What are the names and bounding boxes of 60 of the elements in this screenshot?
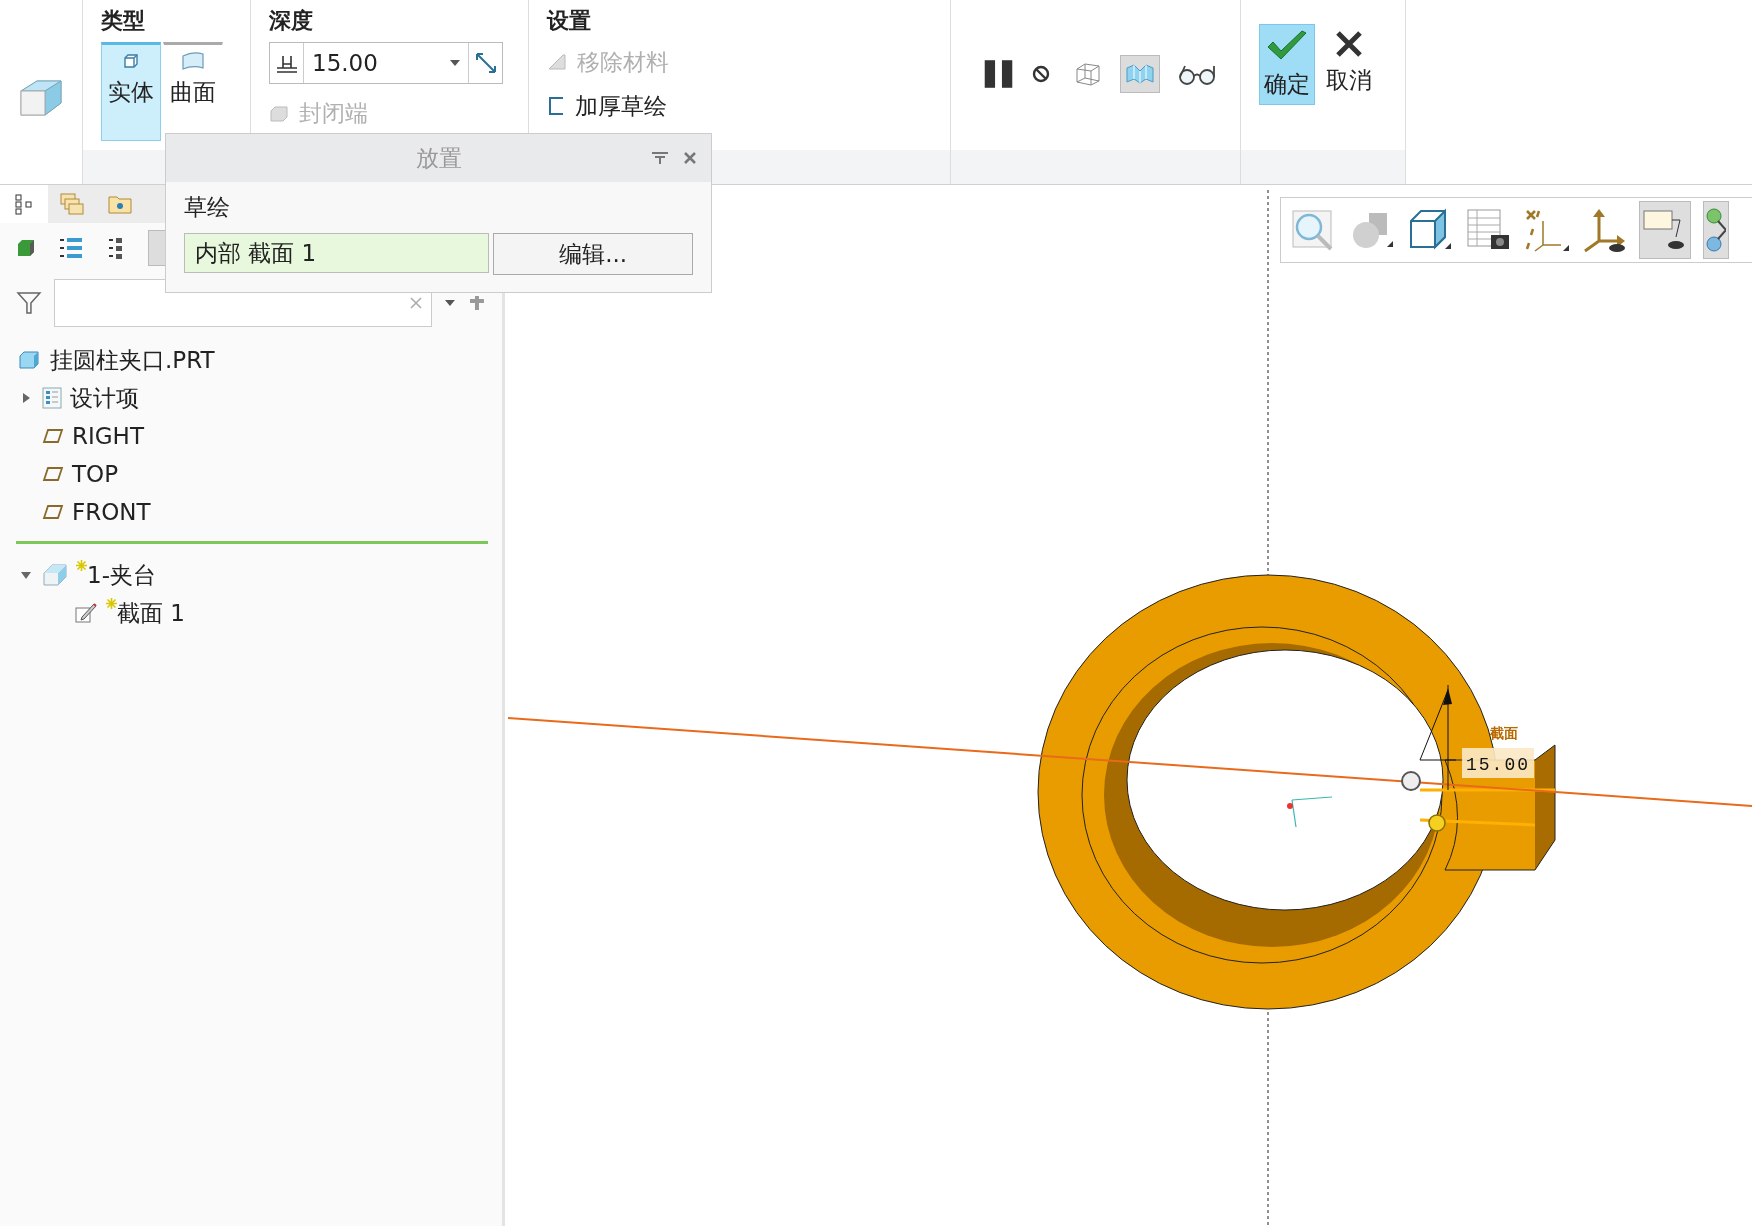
tree-icon: [14, 193, 34, 215]
cancel-button[interactable]: 取消: [1321, 24, 1377, 101]
extrude-feature-icon: [42, 563, 68, 587]
dropdown-caret-icon[interactable]: [444, 299, 457, 307]
close-icon: [1334, 29, 1364, 59]
solid-icon: [121, 51, 141, 71]
view-toggle-button[interactable]: [1120, 55, 1160, 93]
group-title: 设置: [547, 7, 592, 35]
dimension-label: 截面: [1490, 725, 1518, 741]
filter-icon[interactable]: [16, 290, 42, 316]
list-folder-icon: [42, 387, 62, 409]
tree-item[interactable]: 设计项: [18, 379, 502, 417]
shaded-cube-icon[interactable]: [16, 238, 36, 258]
list-icon[interactable]: [58, 236, 84, 260]
type-option-button[interactable]: 实体: [101, 42, 161, 141]
sketch-label: 草绘: [184, 193, 231, 222]
tree-item[interactable]: 1-夹台: [18, 556, 502, 594]
add-icon[interactable]: [468, 294, 486, 312]
capped-end-icon: [269, 104, 289, 123]
network-button[interactable]: [1703, 201, 1729, 259]
coordinate-system-icon[interactable]: [1581, 207, 1627, 253]
tree-item[interactable]: 挂圆柱夹口.PRT: [18, 341, 502, 379]
surface-icon: [181, 51, 205, 71]
expand-arrow-icon[interactable]: [20, 392, 32, 404]
model-tree-tab[interactable]: [0, 185, 48, 223]
glasses-icon: [1177, 63, 1217, 85]
dimension-value[interactable]: 15.00: [1466, 755, 1530, 775]
annotation-display-button[interactable]: [1639, 201, 1691, 259]
preview-icon: [1125, 62, 1155, 86]
sketch-collector-field[interactable]: 内部 截面 1: [184, 233, 490, 273]
tree-item[interactable]: TOP: [18, 455, 502, 493]
group-title: 深度: [269, 7, 314, 35]
sketch-pencil-icon: [74, 602, 98, 624]
layers-icon: [59, 192, 85, 216]
datum-axes-icon[interactable]: [1523, 207, 1569, 253]
settings-option[interactable]: 加厚草绘: [547, 88, 932, 124]
collapse-arrow-icon[interactable]: [20, 569, 32, 581]
wireframe-icon: [1073, 61, 1103, 87]
datum-plane-icon: [42, 504, 64, 520]
drag-handle[interactable]: [1428, 814, 1446, 832]
confirm-button[interactable]: 确定: [1259, 24, 1315, 105]
datum-plane-icon: [42, 428, 64, 444]
thicken-icon: [547, 96, 565, 116]
dimension-value-background: [1462, 748, 1534, 778]
folder-icon: [107, 193, 133, 215]
tree-item[interactable]: RIGHT: [18, 417, 502, 455]
ring-clamp-model-drawing[interactable]: [1037, 574, 1557, 1010]
datum-plane-icon: [42, 466, 64, 482]
tree-item[interactable]: 截面 1: [18, 594, 502, 632]
tree-item[interactable]: FRONT: [18, 493, 502, 531]
linked-nodes-icon: [1706, 207, 1726, 253]
part-cube-icon: [18, 350, 40, 370]
panel-title: 放置: [415, 143, 462, 173]
group-title: 类型: [101, 7, 146, 35]
csys-origin-icon: [1287, 796, 1333, 828]
edit-button[interactable]: 编辑...: [493, 233, 693, 275]
remove-material-icon: [547, 53, 567, 71]
close-icon[interactable]: [683, 151, 697, 165]
no-sign-icon: [1031, 64, 1051, 84]
pin-icon[interactable]: [651, 151, 669, 165]
